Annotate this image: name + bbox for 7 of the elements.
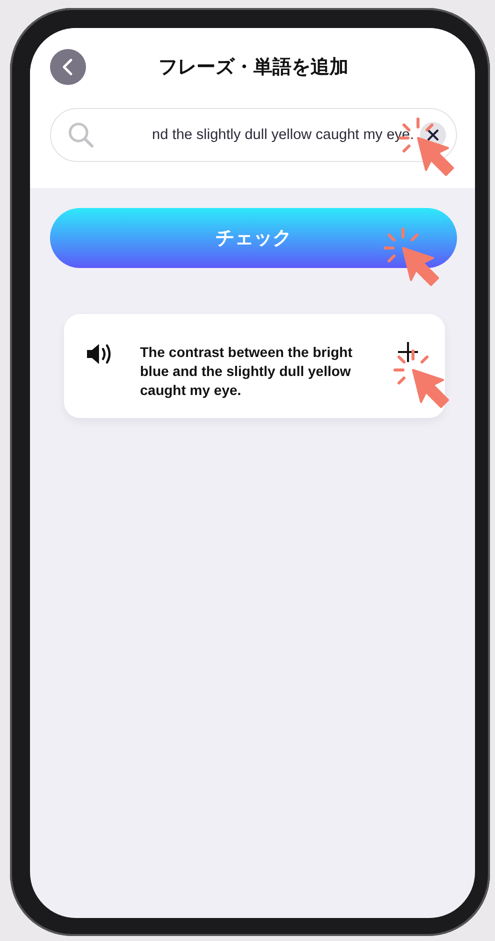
add-icon[interactable] (397, 341, 419, 363)
close-icon (427, 129, 439, 141)
result-text: The contrast between the bright blue and the slightly dull yellow caught my eye. (140, 343, 354, 400)
screen-title: フレーズ・単語を追加 (158, 55, 350, 80)
back-button[interactable] (50, 49, 86, 85)
chevron-left-icon (61, 58, 75, 76)
search-icon (67, 121, 95, 149)
